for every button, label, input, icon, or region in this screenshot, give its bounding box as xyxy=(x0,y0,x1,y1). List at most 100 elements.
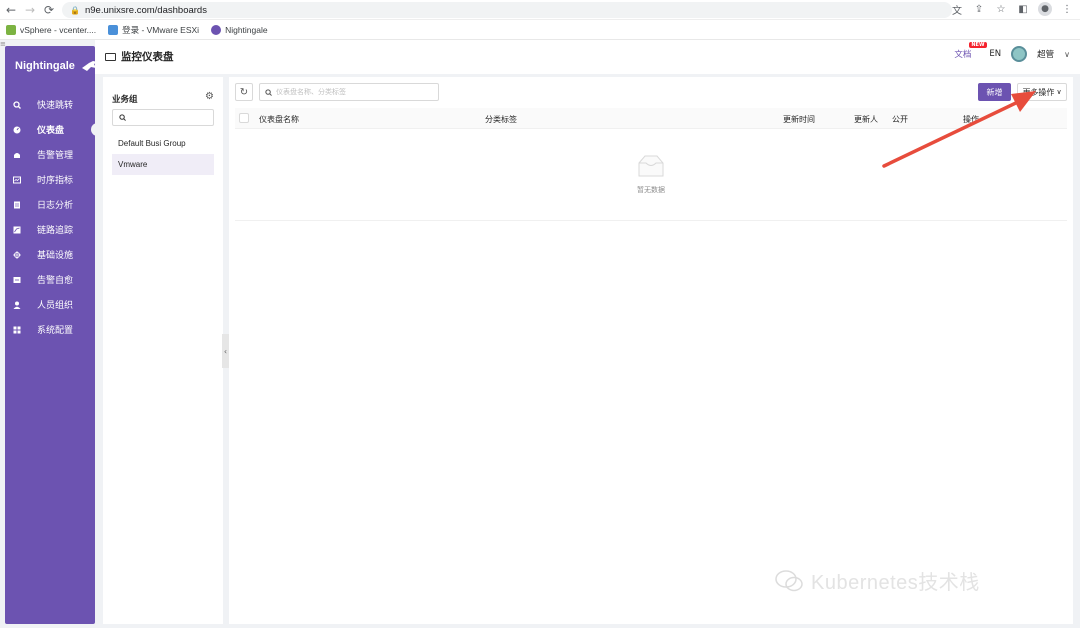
log-icon xyxy=(14,201,20,208)
page-header: 监控仪表盘 文档 NEW EN 超管 ∨ xyxy=(95,40,1080,74)
dashboard-search-input[interactable]: 仪表盘名称、分类标签 xyxy=(259,83,439,101)
back-icon[interactable]: ← xyxy=(3,2,19,18)
sidebar-item-trace[interactable]: 链路追踪 xyxy=(5,217,95,242)
profile-icon[interactable]: ● xyxy=(1038,2,1052,16)
collapse-panel-handle[interactable]: ‹ xyxy=(222,334,229,368)
infra-icon xyxy=(13,250,21,259)
more-actions-button[interactable]: 更多操作 ∨ xyxy=(1017,83,1067,101)
settings-grid-icon xyxy=(13,326,21,333)
column-header-tags: 分类标签 xyxy=(485,115,517,124)
sidebar-item-label: 系统配置 xyxy=(37,326,74,336)
url-text: n9e.unixsre.com/dashboards xyxy=(84,4,207,16)
new-badge: NEW xyxy=(969,42,987,48)
table-header: 仪表盘名称 分类标签 更新时间 更新人 公开 操作 xyxy=(235,108,1067,129)
translate-icon[interactable]: 文 xyxy=(950,2,964,17)
watermark-text: Kubernetes技术栈 xyxy=(811,572,980,594)
column-header-public: 公开 xyxy=(892,115,908,124)
empty-inbox-icon xyxy=(638,155,664,177)
sidebar-item-quick-jump[interactable]: 快速跳转 xyxy=(5,92,95,117)
avatar[interactable] xyxy=(1011,46,1028,62)
user-name[interactable]: 超管 xyxy=(1037,48,1054,60)
alarm-icon xyxy=(14,152,20,158)
group-item-label: Default Busi Group xyxy=(118,139,186,148)
sidebar-item-self-heal[interactable]: 告警自愈 xyxy=(5,267,95,292)
bookmarks-bar: vSphere - vcenter.... 登录 - VMware ESXi N… xyxy=(0,20,1080,40)
group-search-input[interactable] xyxy=(112,109,214,126)
address-bar[interactable]: 🔒 n9e.unixsre.com/dashboards xyxy=(62,2,952,18)
chevron-down-icon: ∨ xyxy=(1056,88,1062,96)
sidebar-item-label: 快速跳转 xyxy=(37,101,74,111)
group-item-label: Vmware xyxy=(118,160,148,169)
self-heal-icon xyxy=(13,276,21,283)
search-placeholder: 仪表盘名称、分类标签 xyxy=(276,88,346,96)
group-item-vmware[interactable]: Vmware xyxy=(112,154,214,175)
sidebar-item-metrics[interactable]: 时序指标 xyxy=(5,167,95,192)
sidebar-menu: 快速跳转 仪表盘 告警管理 时序指标 日志分析 链路追踪 基础设施 告警自愈 人… xyxy=(5,92,99,342)
metrics-icon xyxy=(13,176,21,183)
bookmark-label: Nightingale xyxy=(225,24,268,35)
sidebar-item-label: 告警管理 xyxy=(37,151,74,161)
lock-icon: 🔒 xyxy=(70,5,80,15)
dashboard-list-panel: ↻ 仪表盘名称、分类标签 新增 更多操作 ∨ 仪表盘名称 分类标签 更新时间 更… xyxy=(229,77,1073,624)
sidebar-item-infra[interactable]: 基础设施 xyxy=(5,242,95,267)
dashboard-title-icon xyxy=(105,52,116,61)
search-icon xyxy=(265,88,272,96)
sidebar-item-label: 人员组织 xyxy=(37,301,74,311)
group-item-default[interactable]: Default Busi Group xyxy=(112,133,214,154)
sidebar-item-label: 时序指标 xyxy=(37,176,74,186)
sidebar-item-alarm[interactable]: 告警管理 xyxy=(5,142,95,167)
browser-toolbar: ← → ⟳ 🔒 n9e.unixsre.com/dashboards 文 ⇪ ☆… xyxy=(0,0,1080,20)
wechat-icon xyxy=(775,569,803,591)
new-dashboard-button[interactable]: 新增 xyxy=(978,83,1011,101)
bookmark-esxi[interactable]: 登录 - VMware ESXi xyxy=(108,24,199,36)
sidebar-item-label: 仪表盘 xyxy=(37,126,65,136)
new-button-label: 新增 xyxy=(986,87,1003,97)
reload-icon[interactable]: ⟳ xyxy=(41,2,57,18)
empty-text: 暂无数据 xyxy=(637,186,665,194)
docs-label: 文档 xyxy=(954,50,972,60)
sidebar-item-label: 基础设施 xyxy=(37,251,74,261)
refresh-button[interactable]: ↻ xyxy=(235,83,253,101)
dashboard-icon xyxy=(13,126,21,133)
sidebar-item-settings[interactable]: 系统配置 xyxy=(5,317,95,342)
refresh-icon: ↻ xyxy=(239,86,249,98)
column-header-update-time: 更新时间 xyxy=(783,115,815,124)
column-header-actions: 操作 xyxy=(963,115,979,124)
vsphere-icon xyxy=(6,24,16,35)
language-switch[interactable]: EN xyxy=(989,49,1001,59)
sidebar-item-logs[interactable]: 日志分析 xyxy=(5,192,95,217)
bookmark-label: vSphere - vcenter.... xyxy=(20,24,97,35)
more-button-label: 更多操作 xyxy=(1022,87,1055,97)
sidebar-item-users[interactable]: 人员组织 xyxy=(5,292,95,317)
docs-link[interactable]: 文档 NEW xyxy=(954,42,987,60)
empty-state: 暂无数据 xyxy=(235,129,1067,221)
esxi-icon xyxy=(108,24,119,35)
user-icon xyxy=(13,301,21,309)
sidebar: Nightingale 快速跳转 仪表盘 告警管理 时序指标 日志分析 链路追踪 xyxy=(5,46,99,624)
sidepanel-icon[interactable]: ◧ xyxy=(1016,2,1030,16)
star-icon[interactable]: ☆ xyxy=(994,2,1008,16)
sidebar-item-label: 告警自愈 xyxy=(37,276,74,286)
brand-text: Nightingale xyxy=(15,60,75,72)
menu-dots-icon[interactable]: ⋮ xyxy=(1060,2,1074,16)
bookmark-nightingale[interactable]: Nightingale xyxy=(211,24,268,35)
sidebar-item-dashboard[interactable]: 仪表盘 xyxy=(5,117,99,142)
brand-logo[interactable]: Nightingale xyxy=(15,60,99,72)
column-header-updater: 更新人 xyxy=(854,115,878,124)
share-icon[interactable]: ⇪ xyxy=(972,2,986,16)
gear-icon[interactable]: ⚙ xyxy=(205,91,214,102)
page-title: 监控仪表盘 xyxy=(105,49,174,64)
search-icon xyxy=(119,114,126,121)
select-all-checkbox[interactable] xyxy=(239,113,249,123)
bookmark-label: 登录 - VMware ESXi xyxy=(122,24,200,35)
forward-icon[interactable]: → xyxy=(22,2,38,18)
bookmark-vsphere[interactable]: vSphere - vcenter.... xyxy=(6,24,97,35)
nightingale-bookmark-icon xyxy=(211,24,222,35)
sidebar-item-label: 日志分析 xyxy=(37,201,74,211)
business-group-panel: 业务组 ⚙ Default Busi Group Vmware xyxy=(103,77,223,624)
business-group-title: 业务组 xyxy=(112,95,138,105)
sidebar-item-label: 链路追踪 xyxy=(37,226,74,236)
chevron-down-icon[interactable]: ∨ xyxy=(1064,50,1070,59)
page-title-text: 监控仪表盘 xyxy=(121,51,174,63)
watermark: Kubernetes技术栈 xyxy=(775,566,980,595)
